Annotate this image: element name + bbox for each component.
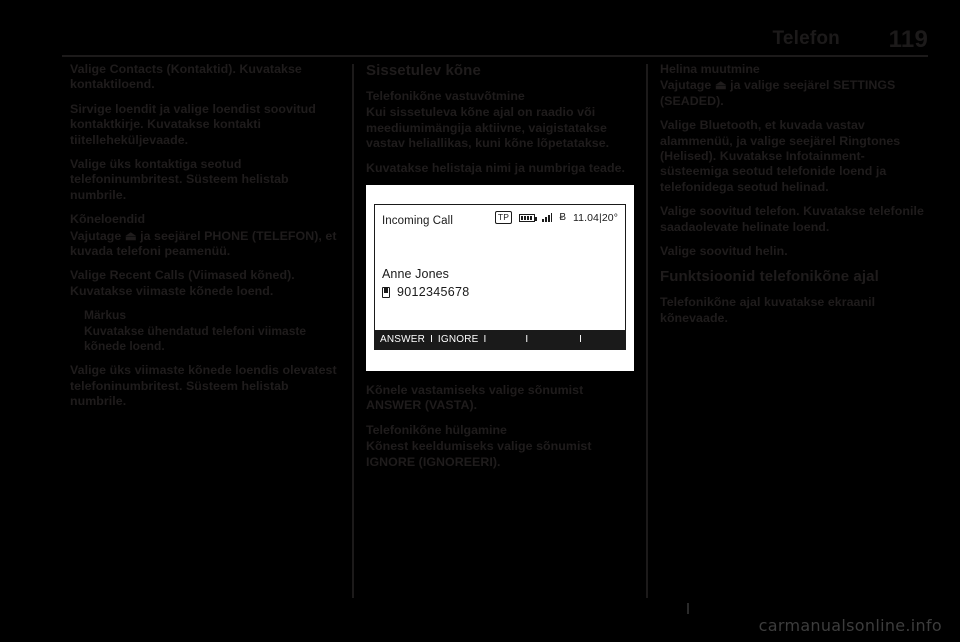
- header-divider: [62, 55, 928, 57]
- infotainment-screenshot-figure: Incoming Call TP Ƀ 11.04|20° Anne Jones …: [366, 185, 634, 372]
- caller-number: 9012345678: [397, 285, 470, 300]
- screen-status-bar: Incoming Call TP Ƀ 11.04|20°: [382, 210, 618, 232]
- infotainment-screen: Incoming Call TP Ƀ 11.04|20° Anne Jones …: [374, 204, 626, 351]
- right-column: Helina muutmine Vajutage ⏏ ja valige see…: [660, 62, 928, 602]
- note-title: Märkus: [84, 308, 127, 323]
- heading-call-functions: Funktsioonid telefonikõne ajal: [660, 268, 879, 286]
- watermark: carmanualsonline.info: [758, 616, 942, 635]
- heading-reject-call: Telefonikõne hülgamine: [366, 422, 507, 437]
- note-block: Märkus Kuvatakse ühendatud telefoni viim…: [70, 308, 338, 354]
- paragraph-call-view: Telefonikõne ajal kuvatakse ekraanil kõn…: [660, 295, 876, 325]
- column-divider-1: [352, 64, 354, 598]
- middle-column: Sissetulev kõne Telefonikõne vastuvõtmin…: [366, 62, 634, 602]
- softkey-answer[interactable]: ANSWER: [380, 334, 425, 345]
- caller-number-row: 9012345678: [382, 285, 470, 299]
- page-number: 119: [888, 26, 928, 53]
- left-column: Valige Contacts (Kontaktid). Kuvatakse k…: [70, 62, 338, 602]
- footer-tick-mark: [687, 603, 689, 614]
- heading-change-ringtone: Helina muutmine: [660, 62, 760, 76]
- page-header: Telefon 119: [62, 26, 928, 54]
- paragraph-select-ringtone: Valige soovitud helin.: [660, 244, 788, 259]
- softkey-separator-2: I: [483, 334, 487, 346]
- manual-page: Telefon 119 Valige Contacts (Kontaktid).…: [0, 0, 960, 642]
- page-title: Telefon: [772, 28, 840, 49]
- battery-icon: [519, 213, 538, 222]
- note-body: Kuvatakse ühendatud telefoni viimaste kõ…: [84, 324, 307, 354]
- softkey-separator-3: I: [525, 334, 529, 346]
- outside-temperature: 20°: [601, 211, 618, 224]
- paragraph-accept-2: Kuvatakse helistaja nimi ja numbriga tea…: [366, 160, 626, 175]
- paragraph-reject-instruction: Kõnest keeldumiseks valige sõnumist IGNO…: [366, 439, 592, 469]
- signal-strength-icon: [542, 213, 553, 223]
- paragraph-browse-list: Sirvige loendit ja valige loendist soovi…: [70, 101, 316, 147]
- paragraph-select-phone: Valige soovitud telefon. Kuvatakse telef…: [660, 204, 924, 234]
- softkey-separator-4: I: [579, 334, 582, 346]
- softkey-ignore[interactable]: IGNORE: [438, 334, 479, 345]
- softkey-separator-1: I: [430, 334, 433, 346]
- mobile-phone-icon: [382, 286, 390, 298]
- screen-title: Incoming Call: [382, 215, 453, 228]
- heading-call-lists: Kõneloendid: [70, 212, 146, 227]
- paragraph-recent-calls: Valige Recent Calls (Viimased kõned). Ku…: [70, 268, 295, 298]
- paragraph-bluetooth-ringtones: Valige Bluetooth, et kuvada vastav alamm…: [660, 118, 901, 194]
- tp-badge: TP: [494, 211, 513, 225]
- heading-incoming-call: Sissetulev kõne: [366, 62, 481, 79]
- bluetooth-icon: Ƀ: [559, 211, 566, 223]
- screen-softkey-bar: ANSWER I IGNORE I I I: [375, 330, 625, 350]
- column-divider-2: [646, 64, 648, 598]
- paragraph-contacts: Valige Contacts (Kontaktid). Kuvatakse k…: [70, 62, 302, 92]
- heading-accept-call: Telefonikõne vastuvõtmine: [366, 89, 525, 103]
- paragraph-open-settings: Vajutage ⏏ ja valige seejärel SETTINGS (…: [660, 78, 896, 108]
- paragraph-select-number: Valige üks kontaktiga seotud telefoninum…: [70, 157, 289, 202]
- clock-readout: 11.04|20°: [573, 212, 618, 224]
- caller-name: Anne Jones: [382, 267, 450, 282]
- paragraph-select-recent-number: Valige üks viimaste kõnede loendis oleva…: [70, 363, 337, 409]
- status-icon-group: TP Ƀ 11.04|20°: [494, 211, 618, 225]
- caller-info: Anne Jones 9012345678: [382, 267, 470, 299]
- paragraph-answer-instruction: Kõnele vastamiseks valige sõnumist ANSWE…: [366, 383, 584, 413]
- clock-time: 11.04: [572, 211, 599, 224]
- paragraph-accept-1: Kui sissetuleva kõne ajal on raadio või …: [366, 105, 610, 151]
- paragraph-press-phone: Vajutage ⏏ ja seejärel PHONE (TELEFON), …: [70, 228, 337, 259]
